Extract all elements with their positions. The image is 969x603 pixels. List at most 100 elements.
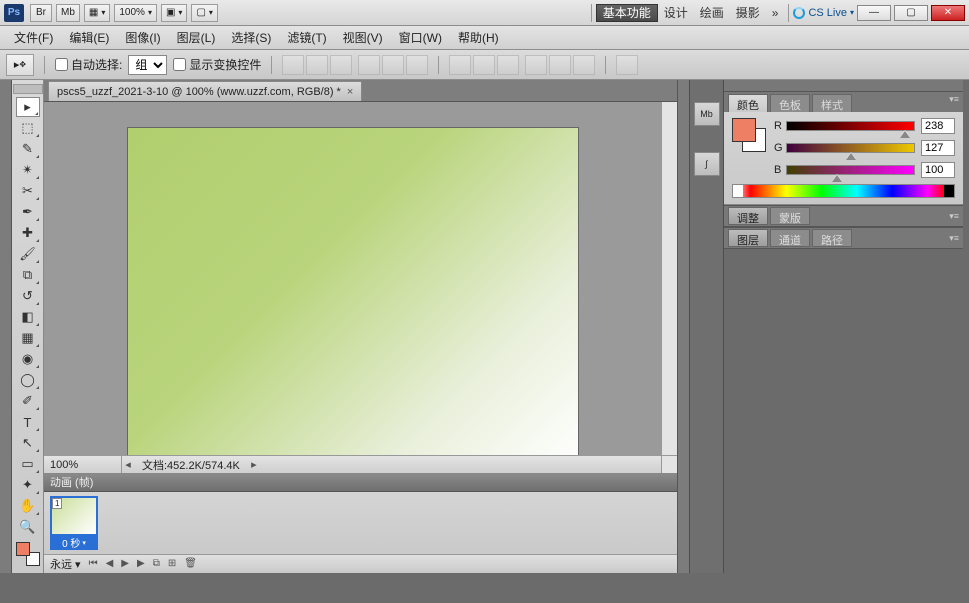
auto-align-button[interactable]	[616, 55, 638, 75]
history-panel-icon[interactable]: ∫	[694, 152, 720, 176]
menu-window[interactable]: 窗口(W)	[391, 26, 450, 49]
value-r[interactable]	[921, 118, 955, 134]
align-btn[interactable]	[282, 55, 304, 75]
layers-panel-header[interactable]: 图层 通道 路径 ▾≡	[724, 227, 963, 249]
loop-selector[interactable]: 永远 ▾	[50, 556, 81, 572]
menu-layer[interactable]: 图层(L)	[169, 26, 224, 49]
zoom-field[interactable]: 100%	[44, 456, 122, 473]
anim-next[interactable]: ▶	[137, 558, 145, 569]
color-spectrum[interactable]	[732, 184, 955, 198]
cslive-button[interactable]: CS Live ▾	[793, 7, 854, 19]
value-g[interactable]	[921, 140, 955, 156]
tool-history-brush[interactable]: ↺	[16, 286, 40, 306]
minibridge-button[interactable]: Mb	[56, 4, 80, 22]
tool-shape[interactable]: ▭	[16, 454, 40, 474]
tool-crop[interactable]: ✂	[16, 181, 40, 201]
workspace-more[interactable]: »	[766, 4, 785, 22]
tool-blur[interactable]: ◉	[16, 349, 40, 369]
arrange-dropdown[interactable]: ▣	[161, 4, 187, 22]
screenmode-dropdown[interactable]: ▢	[191, 4, 217, 22]
menu-image[interactable]: 图像(I)	[117, 26, 168, 49]
frame-delay[interactable]: 0 秒▾	[50, 536, 98, 550]
workspace-basic[interactable]: 基本功能	[596, 4, 658, 22]
tab-layers[interactable]: 图层	[728, 229, 768, 247]
bridge-button[interactable]: Br	[30, 4, 52, 22]
color-swatches[interactable]	[16, 542, 40, 566]
tab-paths[interactable]: 路径	[812, 229, 852, 247]
panel-menu-icon[interactable]: ▾≡	[949, 94, 959, 105]
value-b[interactable]	[921, 162, 955, 178]
tool-gradient[interactable]: ▦	[16, 328, 40, 348]
anim-play[interactable]: ▶	[121, 558, 129, 569]
tab-masks[interactable]: 蒙版	[770, 207, 810, 225]
anim-first[interactable]: ⏮	[89, 558, 98, 569]
tab-adjustments[interactable]: 调整	[728, 207, 768, 225]
anim-new-frame[interactable]: ⊞	[168, 558, 176, 569]
menu-filter[interactable]: 滤镜(T)	[279, 26, 334, 49]
color-panel: 颜色 色板 样式 ▾≡ R G	[724, 92, 963, 205]
tab-color[interactable]: 颜色	[728, 94, 768, 112]
show-transform-checkbox[interactable]: 显示变换控件	[173, 56, 261, 73]
adjustments-panel-header[interactable]: 调整 蒙版 ▾≡	[724, 205, 963, 227]
menu-edit[interactable]: 编辑(E)	[61, 26, 117, 49]
workspace-photography[interactable]: 摄影	[730, 4, 766, 22]
tool-healing[interactable]: ✚	[16, 223, 40, 243]
animation-header[interactable]: 动画 (帧)	[44, 474, 677, 492]
tool-type[interactable]: T	[16, 412, 40, 432]
tab-swatches[interactable]: 色板	[770, 94, 810, 112]
slider-b[interactable]	[786, 165, 915, 175]
auto-select-checkbox[interactable]: 自动选择:	[55, 56, 122, 73]
minibridge-panel-icon[interactable]: Mb	[694, 102, 720, 126]
menu-file[interactable]: 文件(F)	[6, 26, 61, 49]
anim-delete[interactable]: 🗑	[184, 558, 197, 569]
menu-view[interactable]: 视图(V)	[335, 26, 391, 49]
panel-grip[interactable]	[724, 80, 963, 92]
menu-select[interactable]: 选择(S)	[223, 26, 279, 49]
zoom-dropdown[interactable]: 100%	[114, 4, 157, 22]
menu-bar: 文件(F) 编辑(E) 图像(I) 图层(L) 选择(S) 滤镜(T) 视图(V…	[0, 26, 969, 50]
tool-3d[interactable]: ✦	[16, 475, 40, 495]
workspace-painting[interactable]: 绘画	[694, 4, 730, 22]
menu-help[interactable]: 帮助(H)	[450, 26, 507, 49]
left-edge	[0, 80, 12, 573]
tool-eyedropper[interactable]: ✒	[16, 202, 40, 222]
window-minimize[interactable]: —	[857, 5, 891, 21]
status-arrow-right[interactable]: ▸	[248, 458, 260, 471]
tab-styles[interactable]: 样式	[812, 94, 852, 112]
hscroll-end[interactable]	[661, 456, 677, 473]
animation-frame[interactable]: 1 0 秒▾	[50, 496, 98, 550]
close-icon[interactable]: ×	[347, 86, 353, 98]
tool-pen[interactable]: ✐	[16, 391, 40, 411]
document-tab[interactable]: pscs5_uzzf_2021-3-10 @ 100% (www.uzzf.co…	[48, 81, 362, 101]
slider-g[interactable]	[786, 143, 915, 153]
tool-zoom[interactable]: 🔍	[16, 517, 40, 537]
document-tabs: pscs5_uzzf_2021-3-10 @ 100% (www.uzzf.co…	[44, 80, 677, 102]
anim-tween[interactable]: ⧉	[153, 558, 160, 569]
tool-path[interactable]: ↖	[16, 433, 40, 453]
view-extras-dropdown[interactable]: ▦	[84, 4, 110, 22]
window-maximize[interactable]: ▢	[894, 5, 928, 21]
toolbox-grip[interactable]	[13, 84, 43, 94]
fg-swatch[interactable]	[16, 542, 30, 556]
tool-marquee[interactable]: ⬚	[16, 118, 40, 138]
tool-eraser[interactable]: ◧	[16, 307, 40, 327]
tool-brush[interactable]: 🖌	[16, 244, 40, 264]
tool-hand[interactable]: ✋	[16, 496, 40, 516]
slider-r[interactable]	[786, 121, 915, 131]
tool-dodge[interactable]: ◯	[16, 370, 40, 390]
tool-wand[interactable]: ✴	[16, 160, 40, 180]
workspace-design[interactable]: 设计	[658, 4, 694, 22]
status-arrow-left[interactable]: ◂	[122, 458, 134, 471]
tool-stamp[interactable]: ⧉	[16, 265, 40, 285]
panel-swatches[interactable]	[732, 118, 766, 152]
window-close[interactable]: ✕	[931, 5, 965, 21]
tool-move[interactable]: ▸	[16, 97, 40, 117]
tool-lasso[interactable]: ✎	[16, 139, 40, 159]
move-tool-indicator[interactable]: ▸✥	[6, 54, 34, 76]
canvas[interactable]	[128, 128, 578, 455]
canvas-area[interactable]	[44, 102, 677, 455]
auto-select-target[interactable]: 组	[128, 55, 167, 75]
tab-channels[interactable]: 通道	[770, 229, 810, 247]
vertical-scrollbar[interactable]	[661, 102, 677, 455]
anim-prev[interactable]: ◀	[106, 558, 114, 569]
